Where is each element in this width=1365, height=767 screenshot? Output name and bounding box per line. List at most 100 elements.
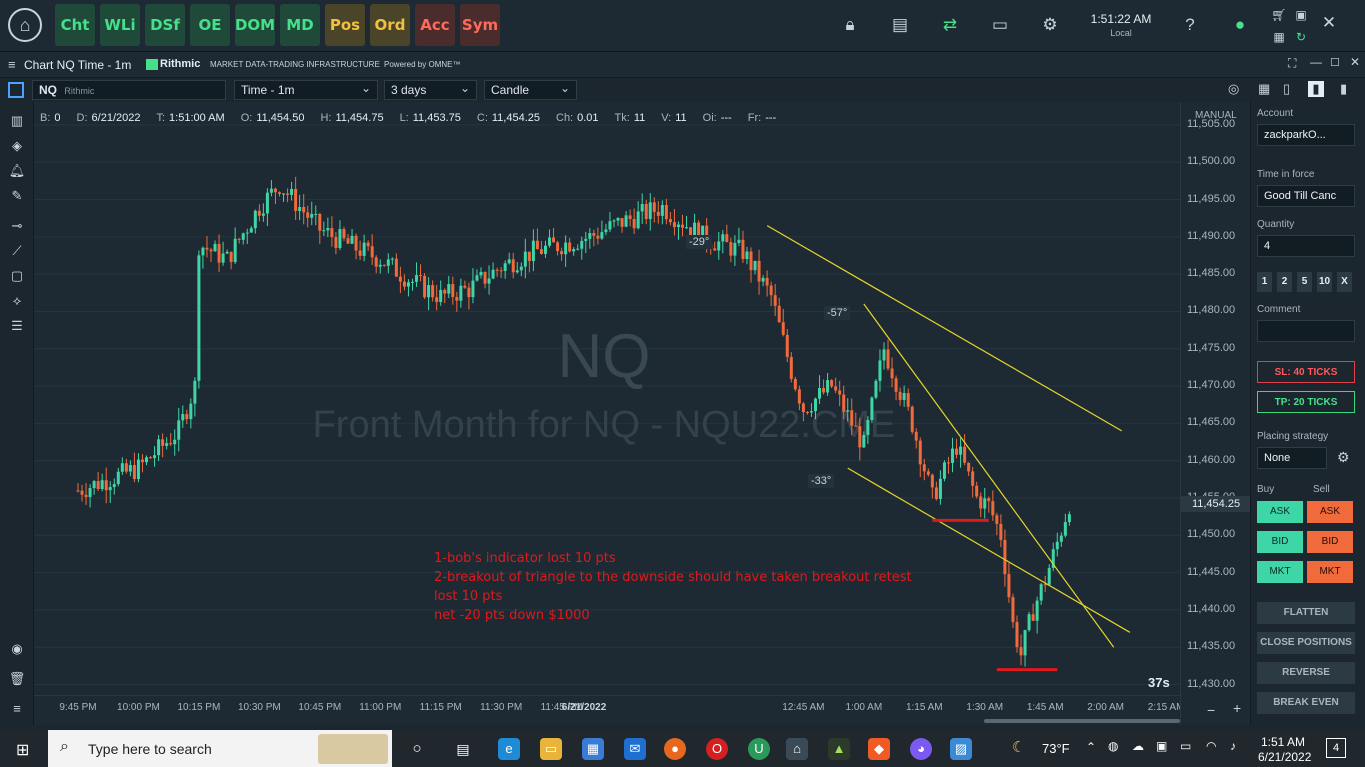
message-icon[interactable]: ▭ bbox=[989, 14, 1011, 36]
collapse-panel-icon[interactable]: ▮ bbox=[1340, 81, 1347, 97]
layers-icon[interactable]: ◈ bbox=[8, 137, 26, 155]
task-view-icon[interactable]: ○ bbox=[406, 738, 428, 760]
quantity-preset-button[interactable]: 1 bbox=[1257, 272, 1272, 292]
module-button-oe[interactable]: OE bbox=[190, 4, 230, 46]
chevron-up-icon[interactable]: ⌃ bbox=[1086, 740, 1096, 754]
tray-app-icon[interactable]: ▣ bbox=[1156, 739, 1167, 753]
module-button-ord[interactable]: Ord bbox=[370, 4, 410, 46]
target-icon[interactable]: ◎ bbox=[1228, 81, 1239, 97]
account-select[interactable]: zackparkO... bbox=[1257, 124, 1355, 146]
quantity-preset-button[interactable]: 10 bbox=[1317, 272, 1332, 292]
close-positions-button[interactable]: CLOSE POSITIONS bbox=[1257, 632, 1355, 654]
edge-browser-icon[interactable]: e bbox=[498, 738, 520, 760]
store-icon[interactable]: ▦ bbox=[582, 738, 604, 760]
rectangle-tool-icon[interactable]: ▢ bbox=[8, 267, 26, 285]
eye-icon[interactable]: ◉ bbox=[8, 640, 26, 658]
app-logo-icon[interactable]: ⌂ bbox=[8, 8, 42, 42]
taskbar-clock[interactable]: 1:51 AM 6/21/2022 bbox=[1258, 735, 1311, 765]
lock-icon[interactable]: 🔒︎ bbox=[839, 14, 861, 36]
break-even-button[interactable]: BREAK EVEN bbox=[1257, 692, 1355, 714]
file-explorer-icon[interactable]: ▭ bbox=[540, 738, 562, 760]
sell-ask-button[interactable]: ASK bbox=[1307, 501, 1353, 523]
quantity-preset-button[interactable]: 5 bbox=[1297, 272, 1312, 292]
pencil-icon[interactable]: ✎ bbox=[8, 187, 26, 205]
buy-bid-button[interactable]: BID bbox=[1257, 531, 1303, 553]
text-tool-icon[interactable]: ☰ bbox=[8, 317, 26, 335]
quantity-stepper[interactable]: 4 bbox=[1257, 235, 1355, 257]
comment-input[interactable] bbox=[1257, 320, 1355, 342]
keyboard-icon[interactable]: ▦ bbox=[1258, 81, 1270, 97]
tif-select[interactable]: Good Till Canc bbox=[1257, 185, 1355, 207]
user-status-icon[interactable]: ● bbox=[1229, 14, 1251, 36]
calendar-icon[interactable]: ▦ bbox=[1268, 26, 1290, 48]
quantity-preset-button[interactable]: 2 bbox=[1277, 272, 1292, 292]
widgets-icon[interactable]: ▤ bbox=[452, 738, 474, 760]
refresh-icon[interactable]: ↻ bbox=[1290, 26, 1312, 48]
weather-temperature[interactable]: 73°F bbox=[1042, 741, 1070, 756]
module-button-wli[interactable]: WLi bbox=[100, 4, 140, 46]
zoom-in-icon[interactable]: + bbox=[1233, 700, 1241, 716]
alert-bell-icon[interactable]: 🔔︎ bbox=[8, 162, 26, 180]
mail-icon[interactable]: ✉ bbox=[624, 738, 646, 760]
taskbar-search-box[interactable]: ⌕ Type here to search bbox=[48, 730, 392, 767]
briefcase-icon[interactable]: ▣ bbox=[1290, 4, 1312, 26]
trendline-tool-icon[interactable]: ⟋ bbox=[8, 242, 26, 260]
opera-icon[interactable]: O bbox=[706, 738, 728, 760]
range-select[interactable]: 3 days ⌄ bbox=[384, 80, 477, 100]
app-icon[interactable]: ▲ bbox=[828, 738, 850, 760]
minimize-icon[interactable]: — bbox=[1310, 55, 1322, 69]
link-arrows-icon[interactable]: ⇄ bbox=[939, 14, 961, 36]
stop-loss-button[interactable]: SL: 40 TICKS bbox=[1257, 361, 1355, 383]
battery-icon[interactable]: ▭ bbox=[1180, 739, 1191, 753]
order-panel-toggle-icon[interactable]: ▮ bbox=[1308, 81, 1324, 97]
wifi-icon[interactable]: ◠ bbox=[1206, 739, 1216, 753]
maximize-icon[interactable]: ☐ bbox=[1330, 56, 1340, 69]
module-button-pos[interactable]: Pos bbox=[325, 4, 365, 46]
sell-bid-button[interactable]: BID bbox=[1307, 531, 1353, 553]
price-axis[interactable]: MANUAL 11,505.00 11,500.00 11,495.00 11,490… bbox=[1180, 102, 1251, 725]
cart-icon[interactable]: 🛒︎ bbox=[1268, 4, 1290, 26]
zoom-out-icon[interactable]: − bbox=[1207, 702, 1215, 718]
take-profit-button[interactable]: TP: 20 TICKS bbox=[1257, 391, 1355, 413]
windows-start-icon[interactable]: ⊞ bbox=[16, 740, 29, 760]
chart-canvas[interactable]: NQ Front Month for NQ - NQU22.CME bbox=[34, 102, 1180, 725]
trading-app-icon[interactable]: ⌂ bbox=[786, 738, 808, 760]
module-button-md[interactable]: MD bbox=[280, 4, 320, 46]
upwork-icon[interactable]: U bbox=[748, 738, 770, 760]
help-icon[interactable]: ? bbox=[1179, 14, 1201, 36]
tray-icon[interactable]: ◍ bbox=[1108, 739, 1118, 753]
cloud-icon[interactable]: ☁ bbox=[1132, 739, 1144, 753]
fibonacci-tool-icon[interactable]: ⟡ bbox=[8, 292, 26, 310]
buy-market-button[interactable]: MKT bbox=[1257, 561, 1303, 583]
notification-center-icon[interactable]: 4 bbox=[1326, 738, 1346, 758]
gear-icon[interactable]: ⚙ bbox=[1337, 449, 1350, 466]
trash-icon[interactable]: 🗑︎ bbox=[8, 670, 26, 688]
layout-icon[interactable]: ▤ bbox=[889, 14, 911, 36]
module-button-cht[interactable]: Cht bbox=[55, 4, 95, 46]
volume-icon[interactable]: ♪ bbox=[1230, 739, 1236, 753]
photos-icon[interactable]: ▨ bbox=[950, 738, 972, 760]
firefox-icon[interactable]: ● bbox=[664, 738, 686, 760]
symbol-input[interactable]: NQ Rithmic bbox=[32, 80, 226, 100]
gear-icon[interactable]: ⚙ bbox=[1039, 14, 1061, 36]
mouse-icon[interactable]: ▯ bbox=[1283, 81, 1290, 97]
quantity-preset-button[interactable]: X bbox=[1337, 272, 1352, 292]
discord-icon[interactable]: ◕ bbox=[910, 738, 932, 760]
module-button-dom[interactable]: DOM bbox=[235, 4, 275, 46]
module-button-sym[interactable]: Sym bbox=[460, 4, 500, 46]
brave-browser-icon[interactable]: ◆ bbox=[868, 738, 890, 760]
panel-toggle-icon[interactable] bbox=[8, 82, 24, 98]
sell-market-button[interactable]: MKT bbox=[1307, 561, 1353, 583]
flatten-button[interactable]: FLATTEN bbox=[1257, 602, 1355, 624]
module-button-acc[interactable]: Acc bbox=[415, 4, 455, 46]
horizontal-line-tool-icon[interactable]: ⊸ bbox=[8, 217, 26, 235]
chart-style-select[interactable]: Candle ⌄ bbox=[484, 80, 577, 100]
reverse-button[interactable]: REVERSE bbox=[1257, 662, 1355, 684]
buy-ask-button[interactable]: ASK bbox=[1257, 501, 1303, 523]
close-app-icon[interactable]: ✕ bbox=[1318, 12, 1340, 34]
menu-icon[interactable]: ≡ bbox=[8, 57, 16, 72]
horizontal-scrollbar[interactable] bbox=[984, 719, 1180, 723]
strategy-select[interactable]: None bbox=[1257, 447, 1327, 469]
weather-moon-icon[interactable]: ☾ bbox=[1012, 738, 1025, 756]
list-icon[interactable]: ≡ bbox=[8, 700, 26, 718]
